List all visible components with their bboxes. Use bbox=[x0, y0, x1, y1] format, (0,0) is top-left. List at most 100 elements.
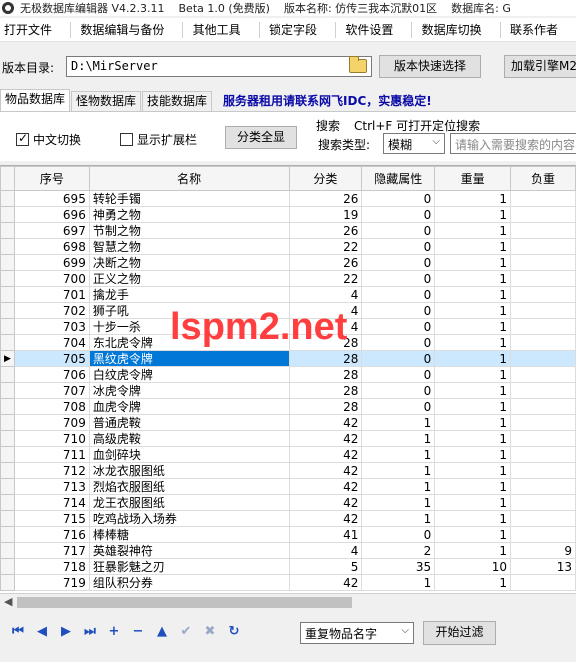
cell-name[interactable]: 普通虎鞍 bbox=[88, 414, 290, 431]
cell-id[interactable]: 706 bbox=[13, 366, 90, 383]
cell-hidden[interactable]: 0 bbox=[361, 270, 436, 287]
cell-name[interactable]: 龙王衣服图纸 bbox=[88, 494, 290, 511]
next-icon[interactable]: ▶ bbox=[58, 624, 74, 640]
cell-name[interactable]: 冰龙衣服图纸 bbox=[88, 462, 290, 479]
column-header-hidden[interactable]: 隐藏属性 bbox=[361, 166, 436, 191]
table-row[interactable]: 713 烈焰衣服图纸 42 1 1 bbox=[0, 478, 576, 495]
table-row[interactable]: ▶ 705 黑纹虎令牌 28 0 1 bbox=[0, 350, 576, 367]
cell-id[interactable]: 695 bbox=[13, 190, 90, 207]
table-row[interactable]: 712 冰龙衣服图纸 42 1 1 bbox=[0, 462, 576, 479]
cell-name[interactable]: 吃鸡战场入场券 bbox=[88, 510, 290, 527]
cell-weight[interactable]: 1 bbox=[434, 574, 512, 591]
menu-data-edit-backup[interactable]: 数据编辑与备份 bbox=[76, 21, 172, 38]
cell-name[interactable]: 英雄裂神符 bbox=[88, 542, 290, 559]
cell-id[interactable]: 707 bbox=[13, 382, 90, 399]
cell-load[interactable] bbox=[510, 190, 576, 207]
cell-name[interactable]: 血虎令牌 bbox=[88, 398, 290, 415]
tab-skill-db[interactable]: 技能数据库 bbox=[142, 91, 213, 111]
cell-load[interactable] bbox=[510, 494, 576, 511]
cell-load[interactable] bbox=[510, 398, 576, 415]
cell-weight[interactable]: 1 bbox=[434, 526, 512, 543]
cell-weight[interactable]: 10 bbox=[434, 558, 512, 575]
cell-hidden[interactable]: 0 bbox=[361, 526, 436, 543]
cell-hidden[interactable]: 0 bbox=[361, 222, 436, 239]
cell-id[interactable]: 716 bbox=[13, 526, 90, 543]
cell-load[interactable] bbox=[510, 510, 576, 527]
cell-id[interactable]: 700 bbox=[13, 270, 90, 287]
cell-id[interactable]: 714 bbox=[13, 494, 90, 511]
table-row[interactable]: 696 神勇之物 19 0 1 bbox=[0, 206, 576, 223]
cell-category[interactable]: 26 bbox=[288, 222, 363, 239]
cell-name[interactable]: 高级虎鞍 bbox=[88, 430, 290, 447]
cell-category[interactable]: 5 bbox=[288, 558, 363, 575]
confirm-icon[interactable]: ✔ bbox=[178, 624, 194, 640]
cell-name[interactable]: 组队积分券 bbox=[88, 574, 290, 591]
cell-weight[interactable]: 1 bbox=[434, 430, 512, 447]
cell-id[interactable]: 696 bbox=[13, 206, 90, 223]
version-dir-input[interactable]: D:\MirServer bbox=[66, 56, 372, 77]
cell-id[interactable]: 703 bbox=[13, 318, 90, 335]
cell-hidden[interactable]: 0 bbox=[361, 366, 436, 383]
cell-hidden[interactable]: 0 bbox=[361, 286, 436, 303]
quick-select-button[interactable]: 版本快速选择 bbox=[379, 55, 481, 78]
cell-load[interactable] bbox=[510, 222, 576, 239]
cell-id[interactable]: 715 bbox=[13, 510, 90, 527]
cell-load[interactable] bbox=[510, 286, 576, 303]
cell-hidden[interactable]: 1 bbox=[361, 446, 436, 463]
cell-hidden[interactable]: 1 bbox=[361, 478, 436, 495]
cell-id[interactable]: 709 bbox=[13, 414, 90, 431]
cell-load[interactable] bbox=[510, 206, 576, 223]
cell-name[interactable]: 正义之物 bbox=[88, 270, 290, 287]
cell-id[interactable]: 710 bbox=[13, 430, 90, 447]
cell-hidden[interactable]: 0 bbox=[361, 238, 436, 255]
remove-icon[interactable]: − bbox=[130, 624, 146, 640]
scrollbar-thumb[interactable] bbox=[17, 597, 352, 608]
cell-name[interactable]: 智慧之物 bbox=[88, 238, 290, 255]
cell-weight[interactable]: 1 bbox=[434, 542, 512, 559]
cell-weight[interactable]: 1 bbox=[434, 270, 512, 287]
cell-category[interactable]: 28 bbox=[288, 350, 363, 367]
cell-category[interactable]: 41 bbox=[288, 526, 363, 543]
cell-load[interactable] bbox=[510, 574, 576, 591]
cell-category[interactable]: 42 bbox=[288, 478, 363, 495]
cell-hidden[interactable]: 1 bbox=[361, 414, 436, 431]
cell-load[interactable] bbox=[510, 350, 576, 367]
cell-hidden[interactable]: 1 bbox=[361, 574, 436, 591]
table-row[interactable]: 707 冰虎令牌 28 0 1 bbox=[0, 382, 576, 399]
cell-category[interactable]: 22 bbox=[288, 270, 363, 287]
cell-load[interactable] bbox=[510, 366, 576, 383]
cell-load[interactable] bbox=[510, 526, 576, 543]
cell-category[interactable]: 19 bbox=[288, 206, 363, 223]
table-row[interactable]: 719 组队积分券 42 1 1 bbox=[0, 574, 576, 591]
cell-weight[interactable]: 1 bbox=[434, 190, 512, 207]
table-row[interactable]: 718 狂暴影魅之刃 5 35 10 13 bbox=[0, 558, 576, 575]
cell-name[interactable]: 黑纹虎令牌 bbox=[88, 350, 290, 367]
cell-category[interactable]: 42 bbox=[288, 462, 363, 479]
table-row[interactable]: 697 节制之物 26 0 1 bbox=[0, 222, 576, 239]
cell-name[interactable]: 白纹虎令牌 bbox=[88, 366, 290, 383]
menu-open-file[interactable]: 打开文件 bbox=[0, 21, 60, 38]
cell-id[interactable]: 708 bbox=[13, 398, 90, 415]
table-row[interactable]: 716 棒棒糖 41 0 1 bbox=[0, 526, 576, 543]
cell-load[interactable] bbox=[510, 334, 576, 351]
start-filter-button[interactable]: 开始过滤 bbox=[423, 621, 496, 645]
column-header-category[interactable]: 分类 bbox=[288, 166, 363, 191]
cell-weight[interactable]: 1 bbox=[434, 414, 512, 431]
cell-category[interactable]: 4 bbox=[288, 542, 363, 559]
cell-weight[interactable]: 1 bbox=[434, 494, 512, 511]
tab-monster-db[interactable]: 怪物数据库 bbox=[71, 91, 142, 111]
table-row[interactable]: 706 白纹虎令牌 28 0 1 bbox=[0, 366, 576, 383]
refresh-icon[interactable]: ↻ bbox=[226, 624, 242, 640]
show-ext-checkbox[interactable]: 显示扩展栏 bbox=[120, 131, 197, 148]
column-header-load[interactable]: 负重 bbox=[510, 166, 576, 191]
table-row[interactable]: 717 英雄裂神符 4 2 1 9 bbox=[0, 542, 576, 559]
column-header-weight[interactable]: 重量 bbox=[434, 166, 512, 191]
tab-item-db[interactable]: 物品数据库 bbox=[0, 89, 71, 111]
load-engine-button[interactable]: 加载引擎M2 bbox=[504, 55, 576, 78]
cell-category[interactable]: 42 bbox=[288, 574, 363, 591]
horizontal-scrollbar[interactable]: ◀ bbox=[0, 593, 576, 610]
cell-load[interactable] bbox=[510, 414, 576, 431]
cell-weight[interactable]: 1 bbox=[434, 222, 512, 239]
cell-hidden[interactable]: 1 bbox=[361, 494, 436, 511]
cell-name[interactable]: 决断之物 bbox=[88, 254, 290, 271]
